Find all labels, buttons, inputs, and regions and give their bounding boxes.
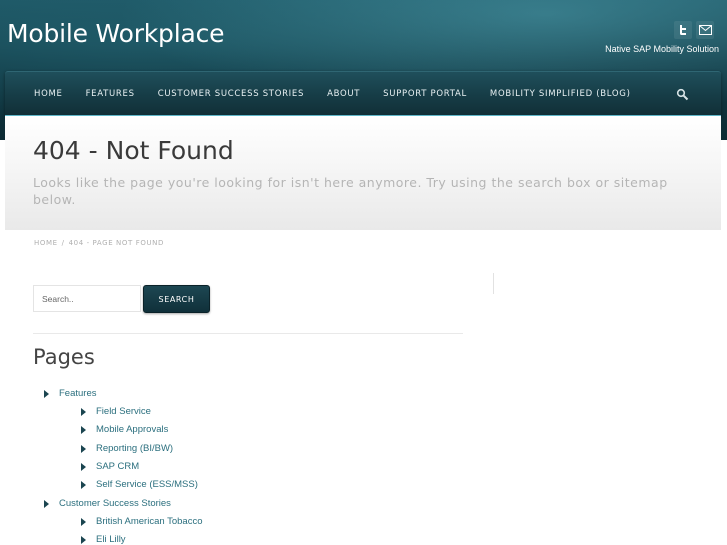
arrow-right-icon bbox=[81, 425, 86, 434]
page-link-label: Field Service bbox=[96, 406, 151, 417]
page-title: 404 - Not Found bbox=[33, 136, 234, 165]
page-link-label: SAP CRM bbox=[96, 461, 140, 472]
column-divider bbox=[493, 273, 494, 294]
page-link-mobile-approvals[interactable]: Mobile Approvals bbox=[81, 424, 168, 435]
site-title[interactable]: Mobile Workplace bbox=[7, 19, 225, 48]
search-input[interactable] bbox=[33, 285, 141, 312]
nav-item-home[interactable]: HOME bbox=[34, 89, 63, 99]
page-link-label: Self Service (ESS/MSS) bbox=[96, 479, 198, 490]
page-subtitle: Looks like the page you're looking for i… bbox=[33, 175, 668, 207]
site-tagline: Native SAP Mobility Solution bbox=[605, 44, 719, 54]
page-link-label: Mobile Approvals bbox=[96, 424, 169, 435]
page-link-sap-crm[interactable]: SAP CRM bbox=[81, 461, 139, 472]
arrow-right-icon bbox=[81, 535, 86, 544]
arrow-right-icon bbox=[81, 407, 86, 416]
breadcrumb: HOME/404 - PAGE NOT FOUND bbox=[34, 239, 164, 247]
nav-item-mobility-simplified-blog[interactable]: MOBILITY SIMPLIFIED (BLOG) bbox=[490, 89, 631, 99]
page-link-label: British American Tobacco bbox=[96, 516, 203, 527]
nav-item-about[interactable]: ABOUT bbox=[327, 89, 360, 99]
nav-item-support-portal[interactable]: SUPPORT PORTAL bbox=[383, 89, 467, 99]
breadcrumb-current: 404 - PAGE NOT FOUND bbox=[68, 239, 164, 247]
arrow-right-icon bbox=[44, 499, 49, 508]
arrow-right-icon bbox=[81, 480, 86, 489]
twitter-icon[interactable] bbox=[674, 21, 692, 39]
breadcrumb-home[interactable]: HOME bbox=[34, 239, 58, 247]
nav-item-features[interactable]: FEATURES bbox=[86, 89, 135, 99]
page-link-reporting[interactable]: Reporting (BI/BW) bbox=[81, 443, 173, 454]
mail-icon[interactable] bbox=[696, 21, 714, 39]
page-link-features[interactable]: Features bbox=[44, 388, 97, 399]
page-link-self-service[interactable]: Self Service (ESS/MSS) bbox=[81, 479, 198, 490]
page-link-customer-success-stories[interactable]: Customer Success Stories bbox=[44, 498, 171, 509]
page-link-label: Reporting (BI/BW) bbox=[96, 443, 174, 454]
page-link-field-service[interactable]: Field Service bbox=[81, 406, 151, 417]
search-button[interactable]: SEARCH bbox=[143, 285, 210, 313]
social-links bbox=[674, 21, 714, 41]
arrow-right-icon bbox=[44, 389, 49, 398]
pages-heading: Pages bbox=[33, 345, 95, 369]
page-title-band: 404 - Not Found Looks like the page you'… bbox=[5, 116, 721, 230]
page-link-label: Features bbox=[59, 388, 97, 399]
page-link-label: Eli Lilly bbox=[96, 534, 126, 545]
arrow-right-icon bbox=[81, 517, 86, 526]
breadcrumb-separator: / bbox=[61, 239, 65, 247]
arrow-right-icon bbox=[81, 444, 86, 453]
section-divider bbox=[33, 333, 463, 334]
page-link-label: Customer Success Stories bbox=[59, 498, 171, 509]
page-link-british-american-tobacco[interactable]: British American Tobacco bbox=[81, 516, 203, 527]
page-link-eli-lilly[interactable]: Eli Lilly bbox=[81, 534, 126, 545]
search-icon[interactable] bbox=[673, 85, 691, 103]
nav-item-customer-success-stories[interactable]: CUSTOMER SUCCESS STORIES bbox=[158, 89, 304, 99]
arrow-right-icon bbox=[81, 462, 86, 471]
main-nav: HOME FEATURES CUSTOMER SUCCESS STORIES A… bbox=[5, 71, 721, 117]
